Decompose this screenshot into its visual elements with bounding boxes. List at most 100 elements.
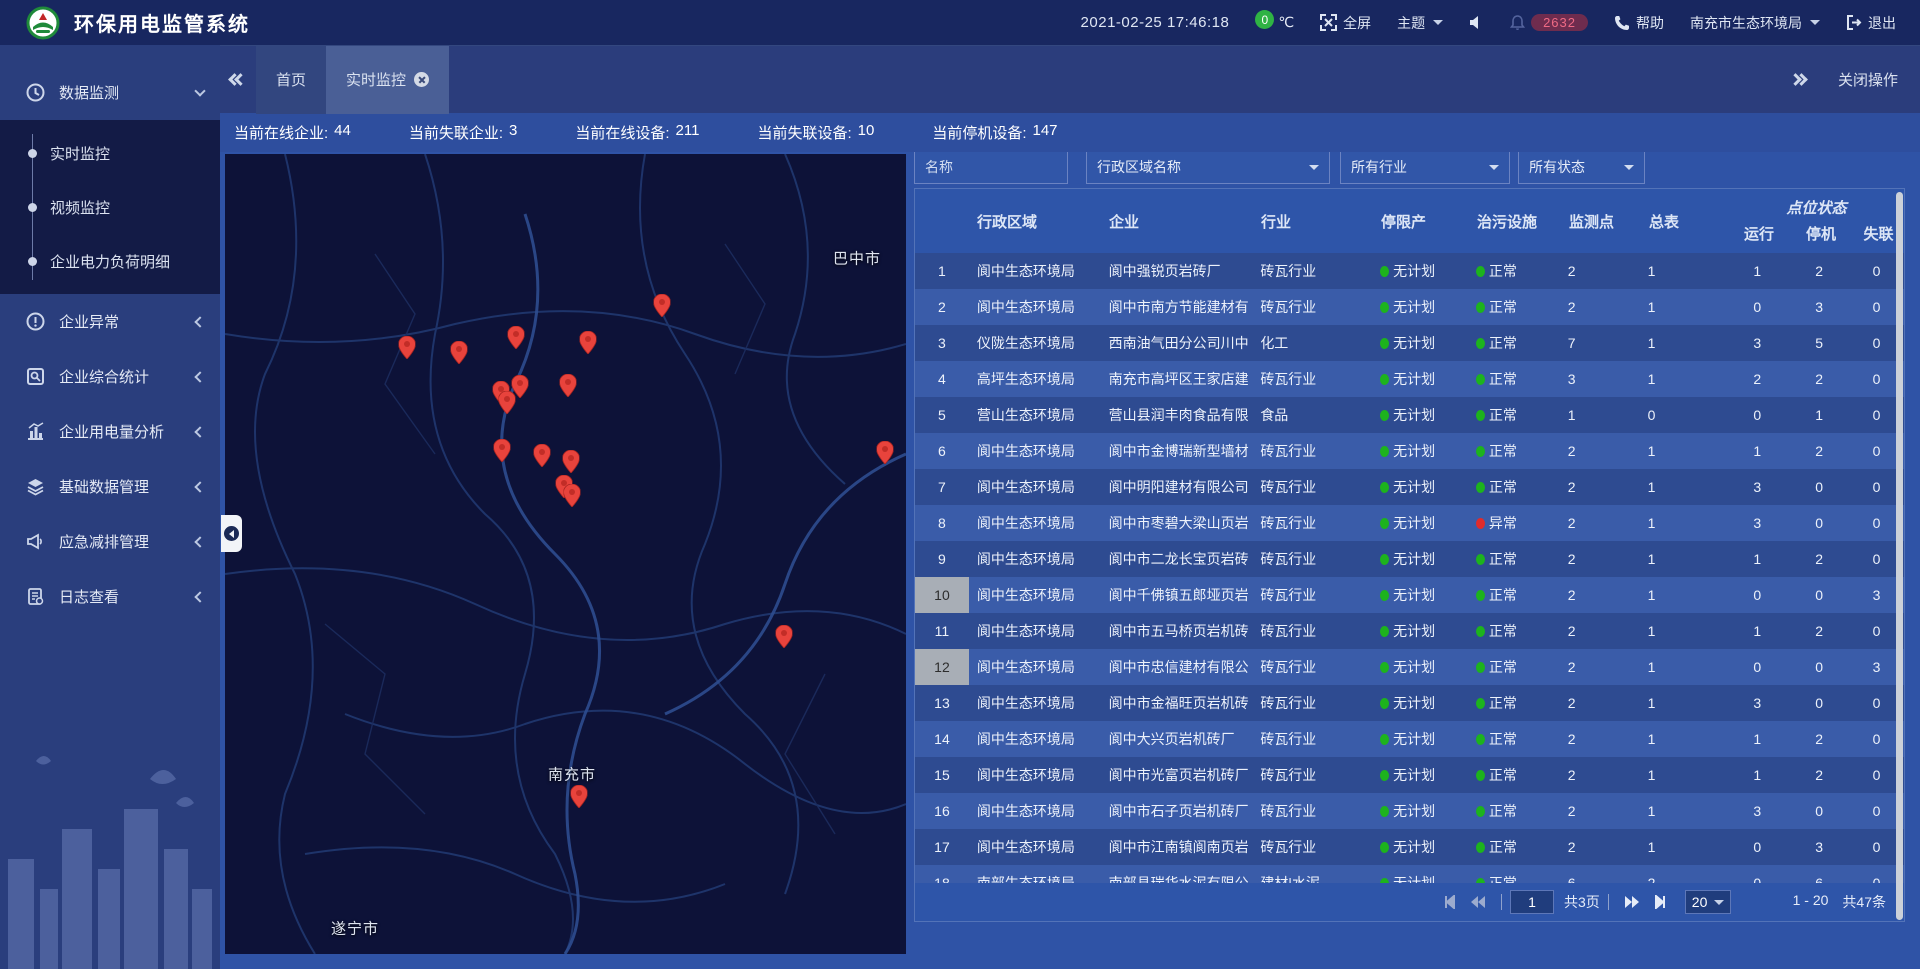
chevron-down-icon bbox=[1714, 900, 1724, 905]
cell-region: 阆中生态环境局 bbox=[969, 765, 1101, 785]
row-number: 4 bbox=[915, 361, 969, 397]
cell-points: 2 bbox=[1560, 263, 1640, 279]
map-pin-icon[interactable] bbox=[877, 441, 894, 464]
map-pin-icon[interactable] bbox=[508, 326, 525, 349]
table-row[interactable]: 15 阆中生态环境局 阆中市光富页岩机砖厂 砖瓦行业 无计划 正常 2 1 1 … bbox=[915, 757, 1904, 793]
notifications[interactable]: 2632 bbox=[1510, 14, 1588, 31]
stat-label: 当前失联企业: bbox=[409, 122, 503, 143]
next-page-button[interactable] bbox=[1624, 895, 1640, 909]
app-logo bbox=[26, 6, 60, 40]
cell-company: 阆中千佛镇五郎垭页岩 bbox=[1101, 585, 1253, 605]
table-row[interactable]: 10 阆中生态环境局 阆中千佛镇五郎垭页岩 砖瓦行业 无计划 正常 2 1 0 … bbox=[915, 577, 1904, 613]
user-org-dropdown[interactable]: 南充市生态环境局 bbox=[1690, 13, 1820, 33]
industry-select[interactable]: 所有行业 bbox=[1340, 150, 1510, 184]
sidebar-item-realtime-monitoring[interactable]: 实时监控 bbox=[0, 126, 220, 180]
table-row[interactable]: 7 阆中生态环境局 阆中明阳建材有限公司 砖瓦行业 无计划 正常 2 1 3 0… bbox=[915, 469, 1904, 505]
cell-run: 3 bbox=[1725, 695, 1789, 711]
cell-run: 1 bbox=[1725, 623, 1789, 639]
region-select[interactable]: 行政区域名称 bbox=[1086, 150, 1330, 184]
close-operations-button[interactable]: 关闭操作 bbox=[1838, 69, 1898, 90]
facility-status-dot bbox=[1476, 698, 1485, 709]
map-pin-icon[interactable] bbox=[571, 785, 588, 808]
tab-label: 实时监控 bbox=[346, 69, 406, 90]
sidebar-item-base-data-management[interactable]: 基础数据管理 bbox=[0, 459, 220, 514]
map-pin-icon[interactable] bbox=[654, 294, 671, 317]
cell-company: 西南油气田分公司川中 bbox=[1101, 333, 1253, 353]
table-row[interactable]: 9 阆中生态环境局 阆中市二龙长宝页岩砖 砖瓦行业 无计划 正常 2 1 1 2… bbox=[915, 541, 1904, 577]
cell-points: 7 bbox=[1560, 335, 1640, 351]
sidebar-item-data-monitoring[interactable]: 数据监测 bbox=[0, 65, 220, 120]
cell-industry: 砖瓦行业 bbox=[1252, 693, 1372, 713]
map-pin-icon[interactable] bbox=[563, 450, 580, 473]
table-row[interactable]: 18 南部生态环境局 南部县瑞华水泥有限公 建材|水泥 无计划 正常 6 2 0… bbox=[915, 865, 1904, 885]
map-pin-icon[interactable] bbox=[534, 444, 551, 467]
map-pin-icon[interactable] bbox=[776, 625, 793, 648]
tab-home[interactable]: 首页 bbox=[256, 46, 326, 114]
map-pin-icon[interactable] bbox=[564, 484, 581, 507]
help-button[interactable]: 帮助 bbox=[1614, 13, 1664, 33]
tab-close-icon[interactable] bbox=[414, 72, 429, 87]
map-pin-icon[interactable] bbox=[580, 331, 597, 354]
table-row[interactable]: 4 高坪生态环境局 南充市高坪区王家店建 砖瓦行业 无计划 正常 3 1 2 2… bbox=[915, 361, 1904, 397]
table-row[interactable]: 6 阆中生态环境局 阆中市金博瑞新型墙材 砖瓦行业 无计划 正常 2 1 1 2… bbox=[915, 433, 1904, 469]
cell-run: 1 bbox=[1725, 263, 1789, 279]
row-number: 9 bbox=[915, 541, 969, 577]
sidebar-item-enterprise-statistics[interactable]: 企业综合统计 bbox=[0, 349, 220, 404]
last-page-button[interactable] bbox=[1654, 895, 1668, 909]
fullscreen-label: 全屏 bbox=[1343, 13, 1371, 33]
facility-status-dot bbox=[1476, 518, 1485, 529]
map-pin-icon[interactable] bbox=[451, 341, 468, 364]
map-pin-icon[interactable] bbox=[494, 439, 511, 462]
table-row[interactable]: 16 阆中生态环境局 阆中市石子页岩机砖厂 砖瓦行业 无计划 正常 2 1 3 … bbox=[915, 793, 1904, 829]
table-row[interactable]: 14 阆中生态环境局 阆中大兴页岩机砖厂 砖瓦行业 无计划 正常 2 1 1 2… bbox=[915, 721, 1904, 757]
cell-industry: 砖瓦行业 bbox=[1252, 477, 1372, 497]
cell-run: 3 bbox=[1725, 479, 1789, 495]
table-row[interactable]: 8 阆中生态环境局 阆中市枣碧大梁山页岩 砖瓦行业 无计划 异常 2 1 3 0… bbox=[915, 505, 1904, 541]
sidebar-item-power-load-detail[interactable]: 企业电力负荷明细 bbox=[0, 234, 220, 288]
map-pin-icon[interactable] bbox=[560, 374, 577, 397]
status-select[interactable]: 所有状态 bbox=[1518, 150, 1645, 184]
page-size-select[interactable]: 20 bbox=[1685, 890, 1732, 914]
pagination-bar: 共3页 20 1 - 20 共47条 bbox=[915, 883, 1904, 921]
tabs-scroll-right-button[interactable] bbox=[1794, 75, 1806, 84]
status-dot-green bbox=[1380, 482, 1389, 493]
sidebar-item-log-view[interactable]: 日志查看 bbox=[0, 569, 220, 624]
status-dot-green bbox=[1380, 554, 1389, 565]
table-row[interactable]: 1 阆中生态环境局 阆中强锐页岩砖厂 砖瓦行业 无计划 正常 2 1 1 2 0 bbox=[915, 253, 1904, 289]
prev-page-button[interactable] bbox=[1470, 895, 1486, 909]
table-row[interactable]: 13 阆中生态环境局 阆中市金福旺页岩机砖 砖瓦行业 无计划 正常 2 1 3 … bbox=[915, 685, 1904, 721]
cell-company: 营山县润丰肉食品有限 bbox=[1101, 405, 1253, 425]
col-header-point-status-group: 点位状态 bbox=[1727, 197, 1905, 218]
table-row[interactable]: 2 阆中生态环境局 阆中市南方节能建材有 砖瓦行业 无计划 正常 2 1 0 3… bbox=[915, 289, 1904, 325]
name-search-input[interactable] bbox=[914, 150, 1068, 184]
sidebar-item-power-usage-analysis[interactable]: 企业用电量分析 bbox=[0, 404, 220, 459]
cell-facility: 正常 bbox=[1468, 693, 1560, 713]
cell-stop: 无计划 bbox=[1372, 585, 1468, 605]
fullscreen-button[interactable]: 全屏 bbox=[1320, 13, 1371, 33]
cell-points: 2 bbox=[1560, 515, 1640, 531]
cell-stopped: 0 bbox=[1789, 659, 1849, 675]
sound-toggle[interactable] bbox=[1469, 15, 1484, 30]
tabs-scroll-left-button[interactable] bbox=[230, 75, 242, 84]
table-row[interactable]: 17 阆中生态环境局 阆中市江南镇阆南页岩 砖瓦行业 无计划 正常 2 1 0 … bbox=[915, 829, 1904, 865]
map-pin-icon[interactable] bbox=[499, 391, 516, 414]
city-label: 南充市 bbox=[548, 764, 596, 785]
theme-dropdown[interactable]: 主题 bbox=[1397, 13, 1443, 33]
map-panel[interactable]: 巴中市 南充市 遂宁市 bbox=[225, 154, 906, 954]
cell-stopped: 2 bbox=[1789, 371, 1849, 387]
logout-button[interactable]: 退出 bbox=[1846, 13, 1896, 33]
table-row[interactable]: 5 营山生态环境局 营山县润丰肉食品有限 食品 无计划 正常 1 0 0 1 0 bbox=[915, 397, 1904, 433]
sidebar-item-video-monitoring[interactable]: 视频监控 bbox=[0, 180, 220, 234]
first-page-button[interactable] bbox=[1442, 895, 1456, 909]
page-number-input[interactable] bbox=[1510, 890, 1554, 914]
map-pin-icon[interactable] bbox=[399, 336, 416, 359]
tab-realtime-monitoring[interactable]: 实时监控 bbox=[326, 46, 449, 114]
map-panel-collapse-handle[interactable] bbox=[221, 515, 242, 552]
table-scrollbar[interactable] bbox=[1896, 192, 1903, 920]
sidebar-item-emergency-reduction[interactable]: 应急减排管理 bbox=[0, 514, 220, 569]
table-row[interactable]: 11 阆中生态环境局 阆中市五马桥页岩机砖 砖瓦行业 无计划 正常 2 1 1 … bbox=[915, 613, 1904, 649]
table-row[interactable]: 12 阆中生态环境局 阆中市忠信建材有限公 砖瓦行业 无计划 正常 2 1 0 … bbox=[915, 649, 1904, 685]
sidebar-item-enterprise-anomaly[interactable]: 企业异常 bbox=[0, 294, 220, 349]
table-row[interactable]: 3 仪陇生态环境局 西南油气田分公司川中 化工 无计划 正常 7 1 3 5 0 bbox=[915, 325, 1904, 361]
temperature: 0 ℃ bbox=[1255, 14, 1294, 31]
